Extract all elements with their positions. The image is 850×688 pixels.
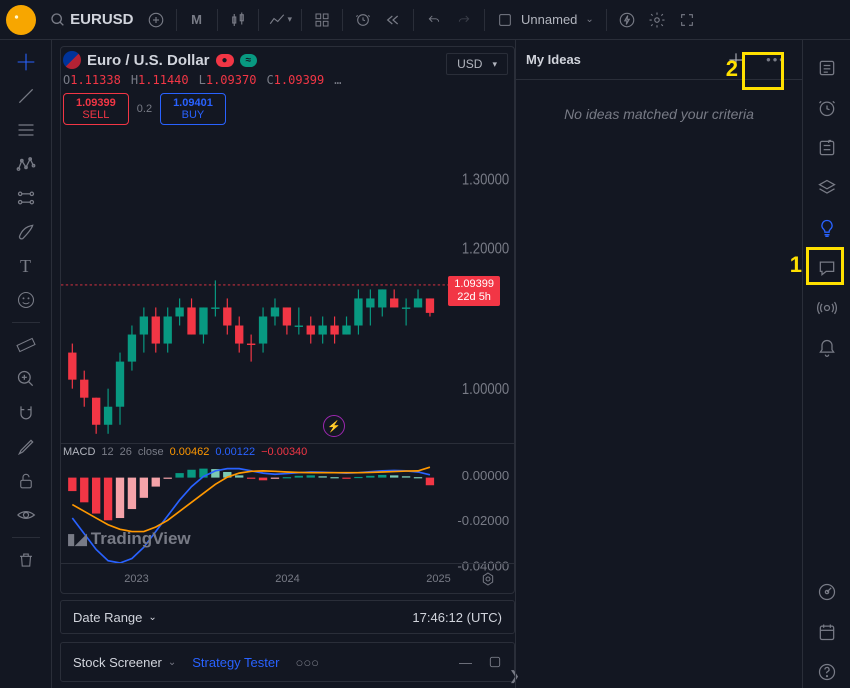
hide-tool[interactable] — [10, 499, 42, 531]
layers-button[interactable] — [811, 172, 843, 204]
quick-search-button[interactable] — [613, 6, 641, 34]
spread-value: 0.2 — [137, 103, 152, 115]
trash-tool[interactable] — [10, 544, 42, 576]
undo-icon — [426, 13, 442, 27]
svg-text:0.00000: 0.00000 — [462, 468, 509, 483]
calendar-button[interactable] — [811, 616, 843, 648]
add-idea-button[interactable] — [720, 44, 752, 76]
watchlist-button[interactable] — [811, 52, 843, 84]
plus-icon — [726, 50, 746, 70]
hotlist-button[interactable] — [811, 132, 843, 164]
symbol-search[interactable]: EURUSD — [44, 11, 140, 28]
clock[interactable]: 17:46:12 (UTC) — [412, 610, 502, 625]
axis-settings-icon[interactable] — [480, 571, 496, 587]
drawing-toolbar: T — [0, 40, 52, 688]
time-axis[interactable]: 2023 2024 2025 — [61, 563, 514, 593]
ideas-menu-button[interactable]: ••• — [760, 44, 792, 76]
prediction-tool[interactable] — [10, 182, 42, 214]
pattern-tool[interactable] — [10, 148, 42, 180]
search-icon — [50, 12, 66, 28]
tradingview-logo[interactable]: ▮◢ TradingView — [67, 529, 191, 549]
price-chart[interactable]: 1.09399 22d 5h 1.30000 1.20000 1.00000 ⚡ — [61, 127, 514, 443]
svg-text:1.30000: 1.30000 — [462, 172, 509, 189]
emoji-tool[interactable] — [10, 284, 42, 316]
chart-area: USD▾ Euro / U.S. Dollar ● ≈ O1.11338 H1.… — [52, 40, 515, 688]
settings-button[interactable] — [643, 6, 671, 34]
date-range-bar: Date Range ⌄ 17:46:12 (UTC) — [60, 600, 515, 634]
symbol-title[interactable]: Euro / U.S. Dollar — [87, 52, 210, 69]
magnet-tool[interactable] — [10, 397, 42, 429]
ideas-panel: My Ideas ••• No ideas matched your crite… — [515, 40, 802, 688]
macd-pane[interactable]: MACD 12 26 close 0.00462 0.00122 −0.0034… — [61, 443, 514, 563]
templates-button[interactable] — [308, 6, 336, 34]
trendline-tool[interactable] — [10, 80, 42, 112]
plus-circle-icon — [147, 11, 165, 29]
ideas-title: My Ideas — [526, 52, 712, 67]
gauge-button[interactable] — [811, 576, 843, 608]
help-button[interactable] — [811, 656, 843, 688]
chart-type-button[interactable] — [224, 6, 252, 34]
notifications-button[interactable] — [811, 332, 843, 364]
text-tool[interactable]: T — [10, 250, 42, 282]
brush-tool[interactable] — [10, 216, 42, 248]
macd-legend: MACD 12 26 close 0.00462 0.00122 −0.0034… — [63, 446, 307, 458]
alerts-button[interactable] — [811, 92, 843, 124]
trend-pill: ≈ — [240, 54, 258, 67]
gear-icon — [648, 11, 666, 29]
fullscreen-button[interactable] — [673, 6, 701, 34]
last-price-tag: 1.09399 22d 5h — [448, 276, 500, 306]
alert-clock-icon — [355, 12, 371, 28]
candle-icon — [229, 11, 247, 29]
maximize-button[interactable] — [488, 655, 502, 669]
svg-text:-0.02000: -0.02000 — [457, 513, 509, 528]
add-symbol-button[interactable] — [142, 6, 170, 34]
panel-menu[interactable]: ○○○ — [295, 655, 319, 670]
top-toolbar: EURUSD M ▾ Unnamed ⌄ — [0, 0, 850, 40]
order-buttons: 1.09399 SELL 0.2 1.09401 BUY — [61, 91, 514, 127]
stock-screener-tab[interactable]: Stock Screener⌄ — [73, 655, 176, 670]
market-status-dot: ● — [216, 54, 234, 67]
grid-icon — [314, 12, 330, 28]
fullscreen-icon — [679, 12, 695, 28]
redo-button[interactable] — [450, 6, 478, 34]
buy-button[interactable]: 1.09401 BUY — [160, 93, 226, 125]
avatar[interactable] — [6, 5, 36, 35]
bottom-panel: Stock Screener⌄ Strategy Tester ○○○ — — [60, 642, 515, 682]
date-range-button[interactable]: Date Range ⌄ — [73, 610, 157, 625]
ideas-button[interactable] — [811, 212, 843, 244]
sell-button[interactable]: 1.09399 SELL — [63, 93, 129, 125]
redo-icon — [456, 13, 472, 27]
zoom-tool[interactable] — [10, 363, 42, 395]
lock-tool[interactable] — [10, 465, 42, 497]
unit-select[interactable]: USD▾ — [446, 53, 508, 75]
pair-flag-icon — [63, 51, 81, 69]
undo-button[interactable] — [420, 6, 448, 34]
interval-button[interactable]: M — [183, 6, 211, 34]
lock-drawing-tool[interactable] — [10, 431, 42, 463]
stream-button[interactable] — [811, 292, 843, 324]
layout-name[interactable]: Unnamed ⌄ — [491, 12, 600, 28]
ruler-tool[interactable] — [10, 329, 42, 361]
ohlc-values: O1.11338 H1.11440 L1.09370 C1.09399 … — [61, 73, 514, 91]
right-toolbar — [802, 40, 850, 688]
crosshair-tool[interactable] — [10, 46, 42, 78]
strategy-tester-tab[interactable]: Strategy Tester — [192, 655, 279, 670]
replay-button[interactable] — [379, 6, 407, 34]
indicators-button[interactable]: ▾ — [265, 6, 296, 34]
flash-icon[interactable]: ⚡ — [323, 415, 345, 437]
bolt-icon — [618, 11, 636, 29]
svg-text:1.00000: 1.00000 — [462, 381, 509, 398]
minimize-button[interactable]: — — [459, 655, 472, 670]
rewind-icon — [385, 12, 401, 28]
indicators-icon — [268, 11, 286, 29]
chat-button[interactable] — [811, 252, 843, 284]
ideas-empty-text: No ideas matched your criteria — [516, 80, 802, 148]
svg-text:1.20000: 1.20000 — [462, 240, 509, 257]
fib-tool[interactable] — [10, 114, 42, 146]
alert-button[interactable] — [349, 6, 377, 34]
layout-icon — [497, 12, 513, 28]
